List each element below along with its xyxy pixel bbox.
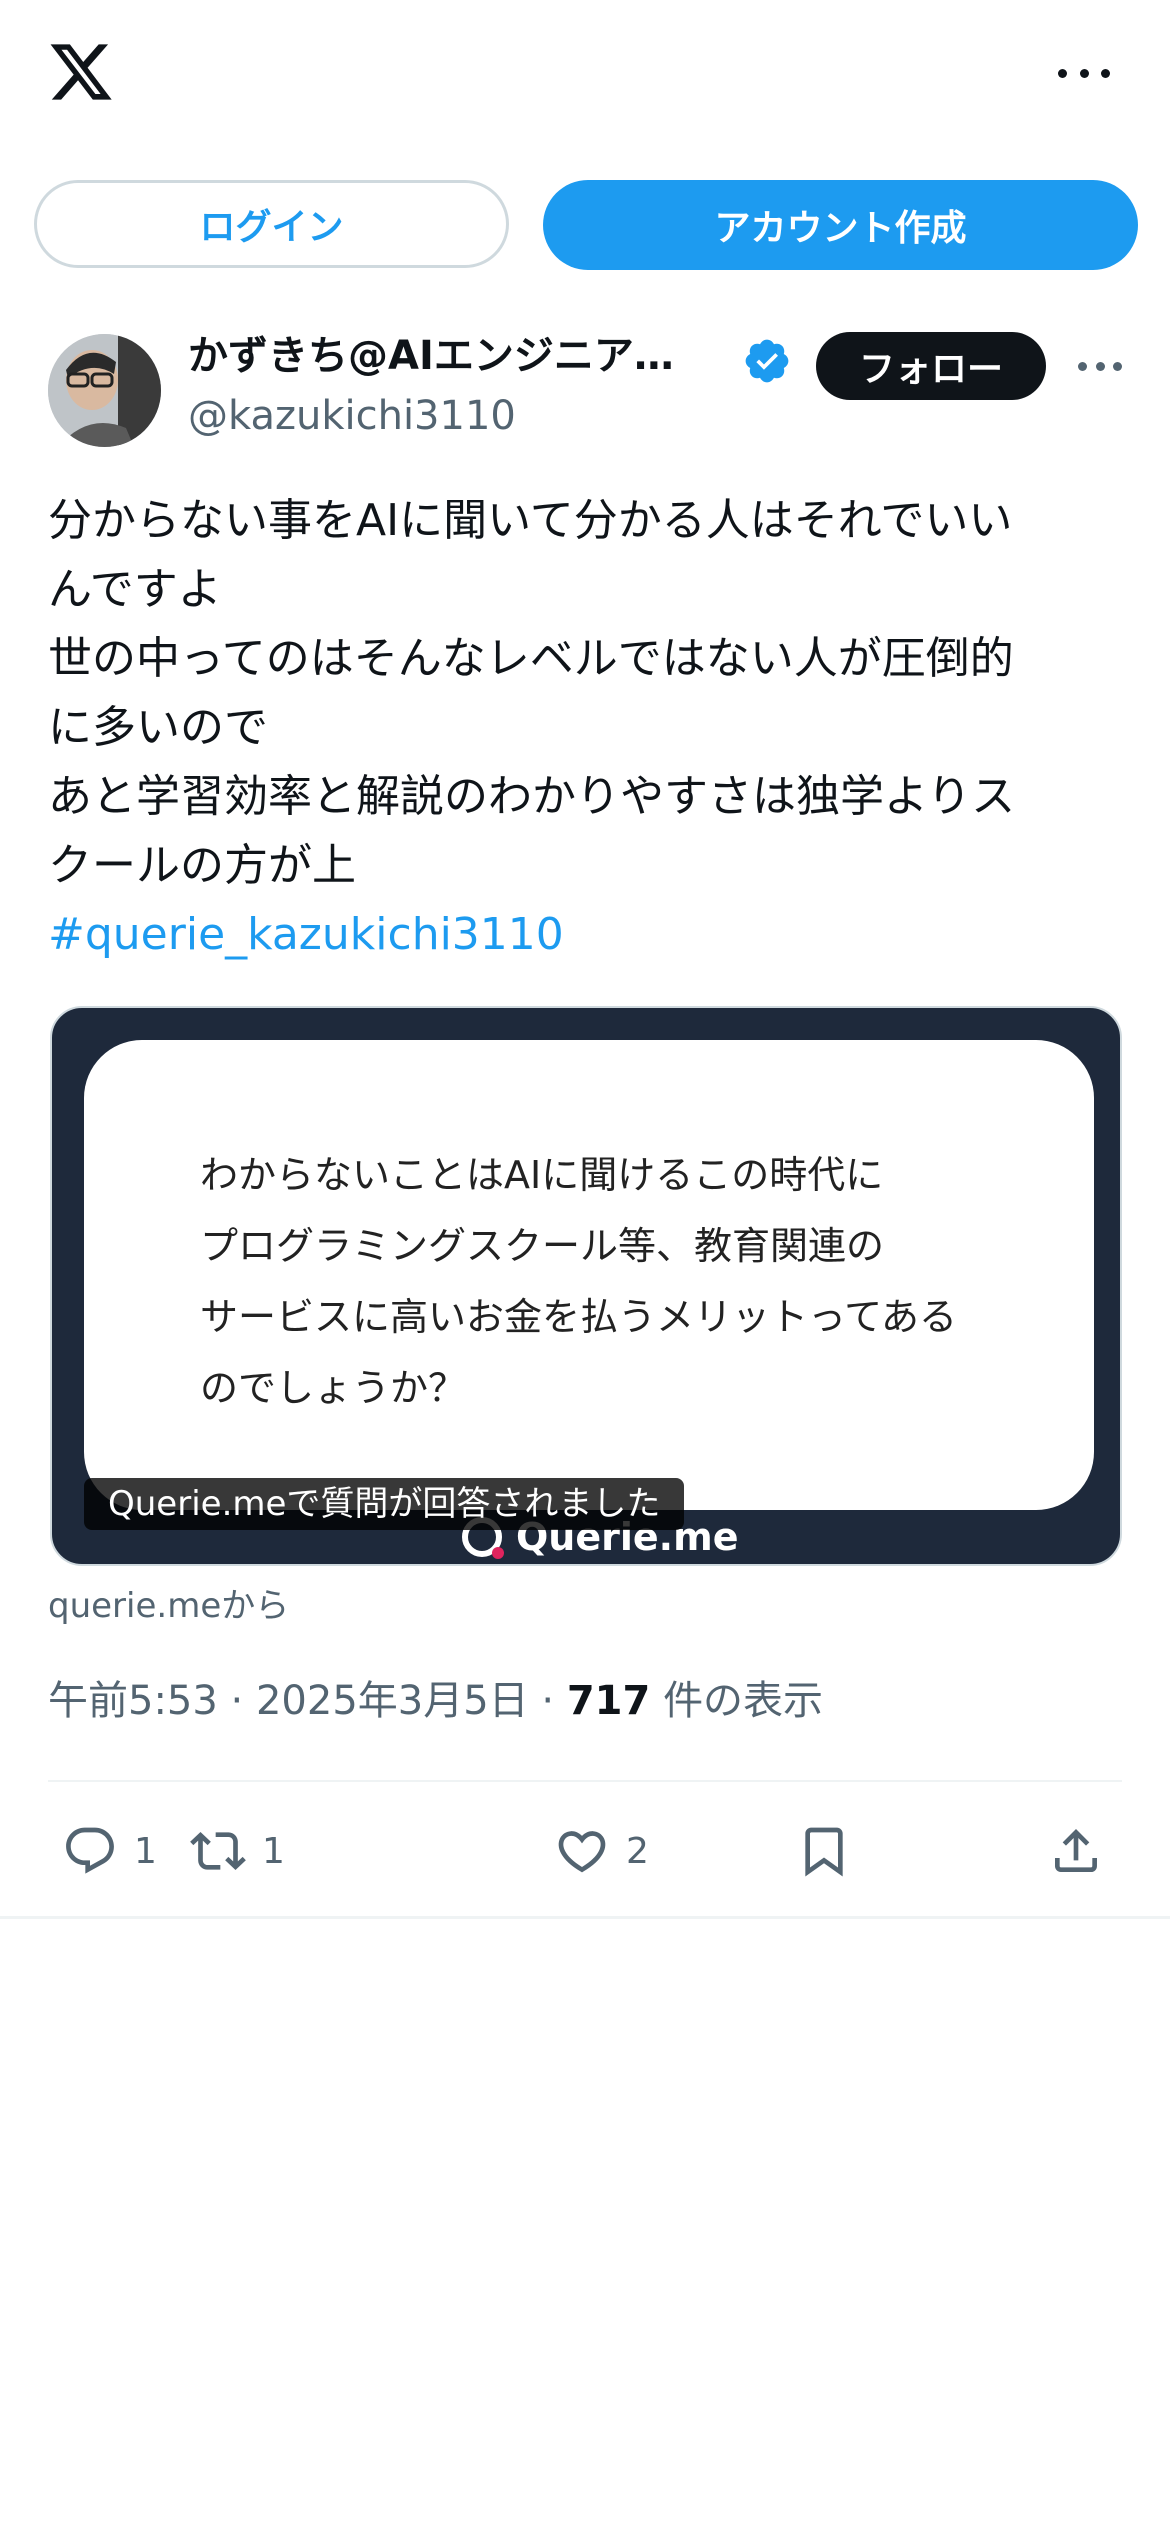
tweet-header: かずきち@AIエンジニア… @kazukichi3110 フォロー [48, 330, 1128, 450]
tweet-text-line: に多いので [48, 702, 268, 753]
hashtag-link[interactable]: #querie_kazukichi3110 [48, 900, 1128, 969]
card-question-line: プログラミングスクール等、教育関連の [200, 1224, 885, 1268]
card-question-line: わからないことはAIに聞けるこの時代に [200, 1153, 884, 1197]
action-bar: 1 1 2 [48, 1818, 1122, 1884]
reply-count: 1 [134, 1830, 157, 1872]
tweet-text-line: 世の中ってのはそんなレベルではない人が圧倒的 [48, 633, 1014, 684]
card-caption: Querie.meで質問が回答されました [84, 1478, 685, 1530]
auth-buttons: ログイン アカウント作成 [34, 180, 1138, 270]
retweet-icon [190, 1832, 246, 1870]
retweet-button[interactable]: 1 [190, 1818, 285, 1884]
avatar[interactable] [48, 334, 161, 447]
top-bar [0, 0, 1170, 150]
tweet-time[interactable]: 午前5:53 [48, 1678, 218, 1724]
reply-button[interactable]: 1 [62, 1818, 157, 1884]
bookmark-button[interactable] [796, 1818, 868, 1884]
share-button[interactable] [1048, 1818, 1120, 1884]
retweet-count: 1 [262, 1830, 285, 1872]
reply-icon [66, 1827, 114, 1874]
card-question-line: のでしょうか？ [200, 1366, 467, 1410]
author-handle[interactable]: @kazukichi3110 [188, 388, 516, 444]
card-source[interactable]: querie.meから [48, 1578, 289, 1627]
meta-separator: · [230, 1678, 256, 1724]
tweet-more-icon[interactable] [1078, 360, 1122, 372]
link-card[interactable]: わからないことはAIに聞けるこの時代に プログラミングスクール等、教育関連の サ… [50, 1006, 1122, 1566]
bookmark-icon [805, 1827, 843, 1877]
tweet-text-line: あと学習効率と解説のわかりやすさは独学よりス [48, 771, 1016, 822]
card-question-box: わからないことはAIに聞けるこの時代に プログラミングスクール等、教育関連の サ… [84, 1040, 1094, 1510]
x-logo-icon[interactable] [46, 38, 116, 106]
login-button[interactable]: ログイン [34, 180, 509, 268]
signup-button[interactable]: アカウント作成 [543, 180, 1138, 270]
share-icon [1055, 1829, 1097, 1872]
tweet-text: 分からない事をAIに聞いて分かる人はそれでいい んですよ 世の中ってのはそんなレ… [48, 486, 1128, 969]
author-name[interactable]: かずきち@AIエンジニア… [188, 330, 748, 382]
heart-icon [558, 1831, 606, 1873]
view-label: 件の表示 [663, 1678, 824, 1724]
divider [0, 1916, 1170, 1919]
card-question-line: サービスに高いお金を払うメリットってある [200, 1295, 957, 1339]
tweet-date[interactable]: 2025年3月5日 [256, 1678, 529, 1724]
tweet-text-line: クールの方が上 [48, 840, 356, 891]
tweet-text-line: 分からない事をAIに聞いて分かる人はそれでいい [48, 495, 1013, 546]
divider [48, 1780, 1122, 1782]
like-count: 2 [626, 1830, 649, 1872]
view-count: 717 [566, 1678, 651, 1724]
more-horizontal-icon[interactable] [1058, 62, 1110, 84]
tweet-meta: 午前5:53 · 2025年3月5日 · 717 件の表示 [48, 1668, 823, 1726]
tweet-text-line: んですよ [48, 564, 222, 615]
follow-button[interactable]: フォロー [816, 332, 1046, 400]
meta-separator: · [541, 1678, 567, 1724]
verified-badge-icon [742, 336, 792, 386]
like-button[interactable]: 2 [554, 1818, 649, 1884]
card-question: わからないことはAIに聞けるこの時代に プログラミングスクール等、教育関連の サ… [200, 1140, 1040, 1424]
